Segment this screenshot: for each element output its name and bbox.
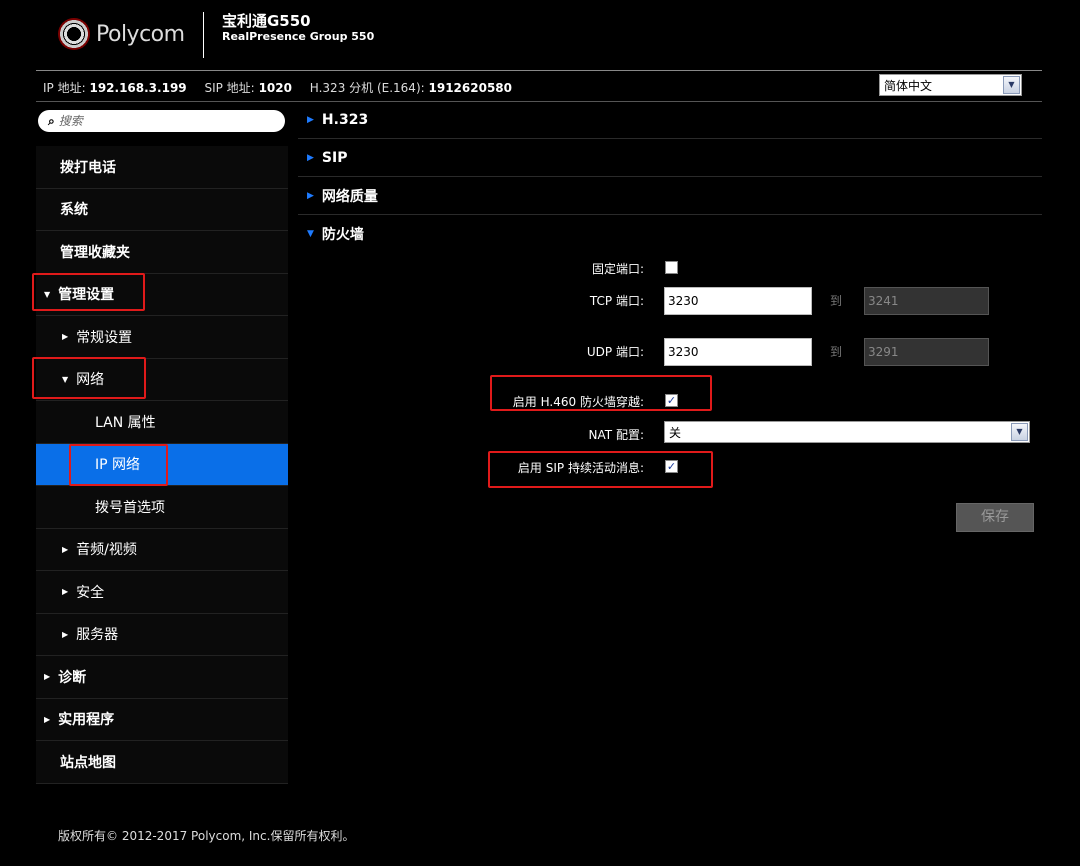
sidebar-item-label: 安全 <box>76 584 105 601</box>
section-firewall[interactable]: ▼ 防火墙 <box>298 215 1042 253</box>
chevron-down-icon[interactable]: ▼ <box>1011 423 1028 441</box>
sidebar-item-label: 拨打电话 <box>60 159 116 176</box>
udp-port-label: UDP 端口: <box>586 345 644 359</box>
sip-label: SIP 地址: <box>204 81 255 95</box>
sidebar-item-label: 服务器 <box>76 627 119 644</box>
sidebar-item-general-settings[interactable]: ▶ 常规设置 <box>36 316 288 359</box>
sidebar-item-label: 拨号首选项 <box>95 499 165 516</box>
header-divider <box>203 12 204 58</box>
caret-down-icon: ▼ <box>307 229 314 239</box>
ip-label: IP 地址: <box>43 81 86 95</box>
nat-config-value: 关 <box>669 426 682 440</box>
caret-right-icon: ▶ <box>62 332 69 342</box>
sidebar-item-dialing-preferences[interactable]: 拨号首选项 <box>36 486 288 529</box>
save-button[interactable]: 保存 <box>956 503 1034 532</box>
language-selected: 简体中文 <box>884 79 933 93</box>
nat-config-label: NAT 配置: <box>588 428 644 442</box>
search-placeholder: 搜索 <box>58 114 83 128</box>
caret-right-icon: ▶ <box>62 587 69 597</box>
product-subtitle: RealPresence Group 550 <box>222 30 375 43</box>
sidebar-item-place-call[interactable]: 拨打电话 <box>36 146 288 189</box>
sidebar-nav: 拨打电话 系统 管理收藏夹 ▼ 管理设置 ▶ 常规设置 ▼ 网络 LAN 属性 IP … <box>36 146 288 784</box>
sip-keepalive-checkbox[interactable]: ✓ <box>665 460 678 473</box>
tcp-to-label: 到 <box>830 294 843 308</box>
caret-right-icon: ▶ <box>44 672 51 682</box>
sidebar-item-label: LAN 属性 <box>95 414 156 431</box>
sidebar-item-utilities[interactable]: ▶ 实用程序 <box>36 698 288 741</box>
sidebar-item-label: IP 网络 <box>95 457 141 474</box>
sidebar-item-label: 诊断 <box>58 669 87 686</box>
sip-value: 1020 <box>258 81 292 95</box>
caret-down-icon: ▼ <box>44 289 51 299</box>
tcp-port-from-input[interactable]: 3230 <box>664 287 812 315</box>
section-label: 网络质量 <box>321 188 378 205</box>
sidebar-item-label: 网络 <box>76 372 105 389</box>
sidebar-item-network[interactable]: ▼ 网络 <box>36 358 288 401</box>
h323-label: H.323 分机 (E.164): <box>309 81 425 95</box>
sidebar-item-label: 音频/视频 <box>76 542 137 559</box>
section-sip[interactable]: ▶ SIP <box>298 139 1042 177</box>
h323-value: 1912620580 <box>428 81 513 95</box>
search-icon: ⌕ <box>48 114 55 128</box>
udp-port-to-input[interactable]: 3291 <box>864 338 989 366</box>
logo-text: Polycom <box>96 21 185 47</box>
check-icon: ✓ <box>666 394 677 407</box>
sidebar-item-label: 管理设置 <box>58 287 115 304</box>
fixed-ports-label: 固定端口: <box>591 262 644 276</box>
copyright-footer: 版权所有© 2012-2017 Polycom, Inc.保留所有权利。 <box>58 829 355 843</box>
sidebar-item-site-map[interactable]: 站点地图 <box>36 741 288 784</box>
tcp-port-label: TCP 端口: <box>589 294 644 308</box>
caret-right-icon: ▶ <box>307 152 314 163</box>
search-input[interactable]: ⌕ 搜索 <box>38 110 285 132</box>
ip-value: 192.168.3.199 <box>89 81 187 95</box>
header-rule <box>36 70 1042 71</box>
product-title: 宝利通G550 <box>222 12 311 30</box>
chevron-down-icon[interactable]: ▼ <box>1003 76 1020 94</box>
fixed-ports-checkbox[interactable] <box>665 261 678 274</box>
sidebar-item-servers[interactable]: ▶ 服务器 <box>36 613 288 656</box>
system-info-bar: IP 地址: 192.168.3.199 SIP 地址: 1020 H.323 … <box>43 79 512 96</box>
sidebar-item-admin-settings[interactable]: ▼ 管理设置 <box>36 273 288 316</box>
section-label: SIP <box>321 149 348 166</box>
caret-right-icon: ▶ <box>62 544 69 554</box>
polycom-logo-icon <box>58 18 90 50</box>
section-network-quality[interactable]: ▶ 网络质量 <box>298 177 1042 215</box>
sidebar-item-label: 站点地图 <box>60 754 116 771</box>
udp-port-from-input[interactable]: 3230 <box>664 338 812 366</box>
sidebar-item-label: 管理收藏夹 <box>60 244 130 261</box>
caret-right-icon: ▶ <box>44 714 51 724</box>
check-icon: ✓ <box>666 460 677 473</box>
section-h323[interactable]: ▶ H.323 <box>298 101 1042 139</box>
sip-keepalive-label: 启用 SIP 持续活动消息: <box>517 461 644 475</box>
tcp-port-to-input[interactable]: 3241 <box>864 287 989 315</box>
udp-to-label: 到 <box>830 345 843 359</box>
sidebar-item-label: 实用程序 <box>58 712 115 729</box>
polycom-logo: Polycom <box>58 18 185 50</box>
sidebar-item-ip-network[interactable]: IP 网络 <box>36 443 288 486</box>
h460-label: 启用 H.460 防火墙穿越: <box>512 395 644 409</box>
sidebar-item-diagnostics[interactable]: ▶ 诊断 <box>36 656 288 699</box>
section-label: H.323 <box>321 111 369 128</box>
sidebar-item-label: 常规设置 <box>76 329 133 346</box>
sidebar-item-security[interactable]: ▶ 安全 <box>36 571 288 614</box>
caret-right-icon: ▶ <box>307 190 314 201</box>
section-label: 防火墙 <box>321 227 364 243</box>
sidebar-item-system[interactable]: 系统 <box>36 188 288 231</box>
h460-checkbox[interactable]: ✓ <box>665 394 678 407</box>
nat-config-select[interactable]: 关 ▼ <box>664 421 1030 443</box>
caret-down-icon: ▼ <box>62 374 69 384</box>
caret-right-icon: ▶ <box>307 114 314 125</box>
sidebar-item-lan-properties[interactable]: LAN 属性 <box>36 401 288 444</box>
sidebar-item-favorites[interactable]: 管理收藏夹 <box>36 231 288 274</box>
language-select[interactable]: 简体中文 ▼ <box>879 74 1022 96</box>
sidebar-item-label: 系统 <box>60 202 88 219</box>
caret-right-icon: ▶ <box>62 629 69 639</box>
sidebar-item-audio-video[interactable]: ▶ 音频/视频 <box>36 528 288 571</box>
